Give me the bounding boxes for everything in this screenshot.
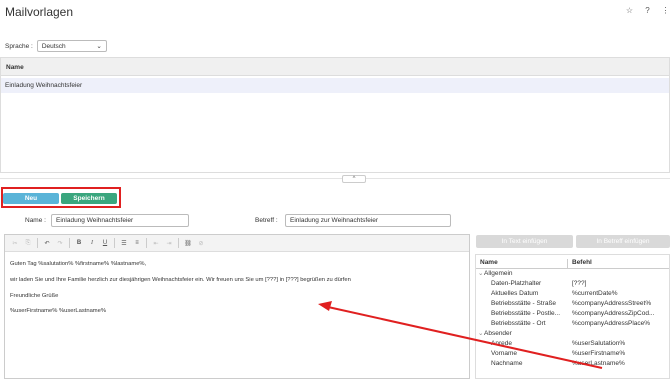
language-label: Sprache :: [5, 42, 33, 50]
table-row[interactable]: Betriebsstätte - Postle... %companyAddres…: [476, 309, 669, 319]
insert-in-text-button[interactable]: In Text einfügen: [476, 235, 573, 248]
group-absender[interactable]: ⌄Absender: [476, 329, 669, 339]
redo-icon[interactable]: ↷: [56, 240, 64, 247]
divider: [366, 178, 670, 179]
placeholder-command: %userLastname%: [572, 360, 625, 367]
more-icon[interactable]: ⋮: [661, 6, 670, 15]
language-value: Deutsch: [41, 42, 66, 50]
page-title: Mailvorlagen: [5, 5, 74, 19]
outdent-icon[interactable]: ⇤: [152, 240, 160, 247]
placeholder-command: %companyAddressPlace%: [572, 320, 651, 327]
cut-icon[interactable]: ✂: [11, 240, 19, 247]
placeholder-table: Name Befehl ⌄Allgemein Daten-Platzhalter…: [475, 254, 670, 379]
placeholder-name: Aktuelles Datum: [491, 290, 539, 297]
table-row[interactable]: Nachname %userLastname%: [476, 359, 669, 369]
table-row[interactable]: Betriebsstätte - Straße %companyAddressSt…: [476, 299, 669, 309]
star-icon[interactable]: ☆: [625, 6, 634, 15]
ordered-list-icon[interactable]: ☰: [120, 240, 128, 247]
toolbar-separator: [146, 238, 147, 248]
italic-icon[interactable]: I: [88, 240, 96, 246]
placeholder-command: %userFirstname%: [572, 350, 626, 357]
placeholder-command: %companyAddressStreet%: [572, 300, 652, 307]
placeholder-name: Betriebsstätte - Postle...: [491, 310, 561, 317]
placeholder-header: Name Befehl: [476, 255, 669, 269]
editor-content[interactable]: Guten Tag %salutation% %firstname% %last…: [5, 252, 469, 335]
placeholder-command: %userSalutation%: [572, 340, 626, 347]
table-row[interactable]: Vorname %userFirstname%: [476, 349, 669, 359]
placeholder-command: [???]: [572, 280, 587, 287]
subject-input[interactable]: Einladung zur Weihnachtsfeier: [285, 214, 451, 227]
grid-column-name[interactable]: Name: [1, 58, 669, 76]
subject-label: Betreff :: [255, 217, 278, 224]
undo-icon[interactable]: ↶: [43, 240, 51, 247]
underline-icon[interactable]: U: [101, 240, 109, 246]
mail-editor[interactable]: ✂ ⎘ ↶ ↷ B I U ☰ ≡ ⇤ ⇥ ⛓ ⊘ Guten Tag %sal…: [4, 234, 470, 379]
collapse-toggle[interactable]: ^: [342, 175, 366, 183]
editor-toolbar: ✂ ⎘ ↶ ↷ B I U ☰ ≡ ⇤ ⇥ ⛓ ⊘: [5, 235, 469, 252]
group-label: Allgemein: [484, 270, 513, 277]
table-row[interactable]: Einladung Weihnachtsfeier: [1, 78, 669, 93]
editor-line: wir laden Sie und Ihre Familie herzlich …: [10, 276, 351, 283]
top-icons: ☆ ? ⋮: [625, 6, 670, 15]
table-row[interactable]: Daten-Platzhalter [???]: [476, 279, 669, 289]
group-allgemein[interactable]: ⌄Allgemein: [476, 269, 669, 279]
toolbar-separator: [69, 238, 70, 248]
name-input[interactable]: Einladung Weihnachtsfeier: [51, 214, 189, 227]
chevron-up-icon: ^: [352, 176, 356, 182]
editor-line: Freundliche Grüße: [10, 292, 59, 299]
table-row[interactable]: Anrede %userSalutation%: [476, 339, 669, 349]
placeholder-command: %companyAddressZipCod...: [572, 310, 655, 317]
insert-in-subject-button[interactable]: In Betreff einfügen: [576, 235, 670, 248]
help-icon[interactable]: ?: [643, 6, 652, 15]
language-select[interactable]: Deutsch ⌄: [36, 40, 107, 52]
table-row[interactable]: Aktuelles Datum %currentDate%: [476, 289, 669, 299]
placeholder-name: Daten-Platzhalter: [491, 280, 542, 287]
divider: [0, 178, 342, 179]
editor-line: Guten Tag %salutation% %firstname% %last…: [10, 261, 147, 267]
bullet-list-icon[interactable]: ≡: [133, 240, 141, 246]
new-button[interactable]: Neu: [3, 193, 59, 204]
group-label: Absender: [484, 330, 512, 337]
name-label: Name :: [25, 217, 46, 224]
placeholder-name: Betriebsstätte - Ort: [491, 320, 546, 327]
editor-line: %userFirstname% %userLastname%: [10, 308, 107, 315]
placeholder-name: Anrede: [491, 340, 512, 347]
link-icon[interactable]: ⛓: [184, 240, 192, 247]
placeholder-command: %currentDate%: [572, 290, 618, 297]
column-command[interactable]: Befehl: [568, 259, 592, 268]
save-button[interactable]: Speichern: [61, 193, 117, 204]
indent-icon[interactable]: ⇥: [165, 240, 173, 247]
placeholder-name: Betriebsstätte - Straße: [491, 300, 557, 307]
column-name[interactable]: Name: [476, 259, 568, 268]
templates-grid: Name Einladung Weihnachtsfeier: [0, 57, 670, 173]
unlink-icon[interactable]: ⊘: [197, 240, 205, 247]
language-row: Sprache : Deutsch ⌄: [5, 40, 107, 52]
toolbar-separator: [178, 238, 179, 248]
placeholder-name: Vorname: [491, 350, 518, 357]
copy-icon[interactable]: ⎘: [24, 240, 32, 247]
toolbar-separator: [114, 238, 115, 248]
chevron-down-icon: ⌄: [96, 43, 102, 50]
bold-icon[interactable]: B: [75, 240, 83, 246]
toolbar-separator: [37, 238, 38, 248]
placeholder-name: Nachname: [491, 360, 523, 367]
table-row[interactable]: Betriebsstätte - Ort %companyAddressPlace…: [476, 319, 669, 329]
